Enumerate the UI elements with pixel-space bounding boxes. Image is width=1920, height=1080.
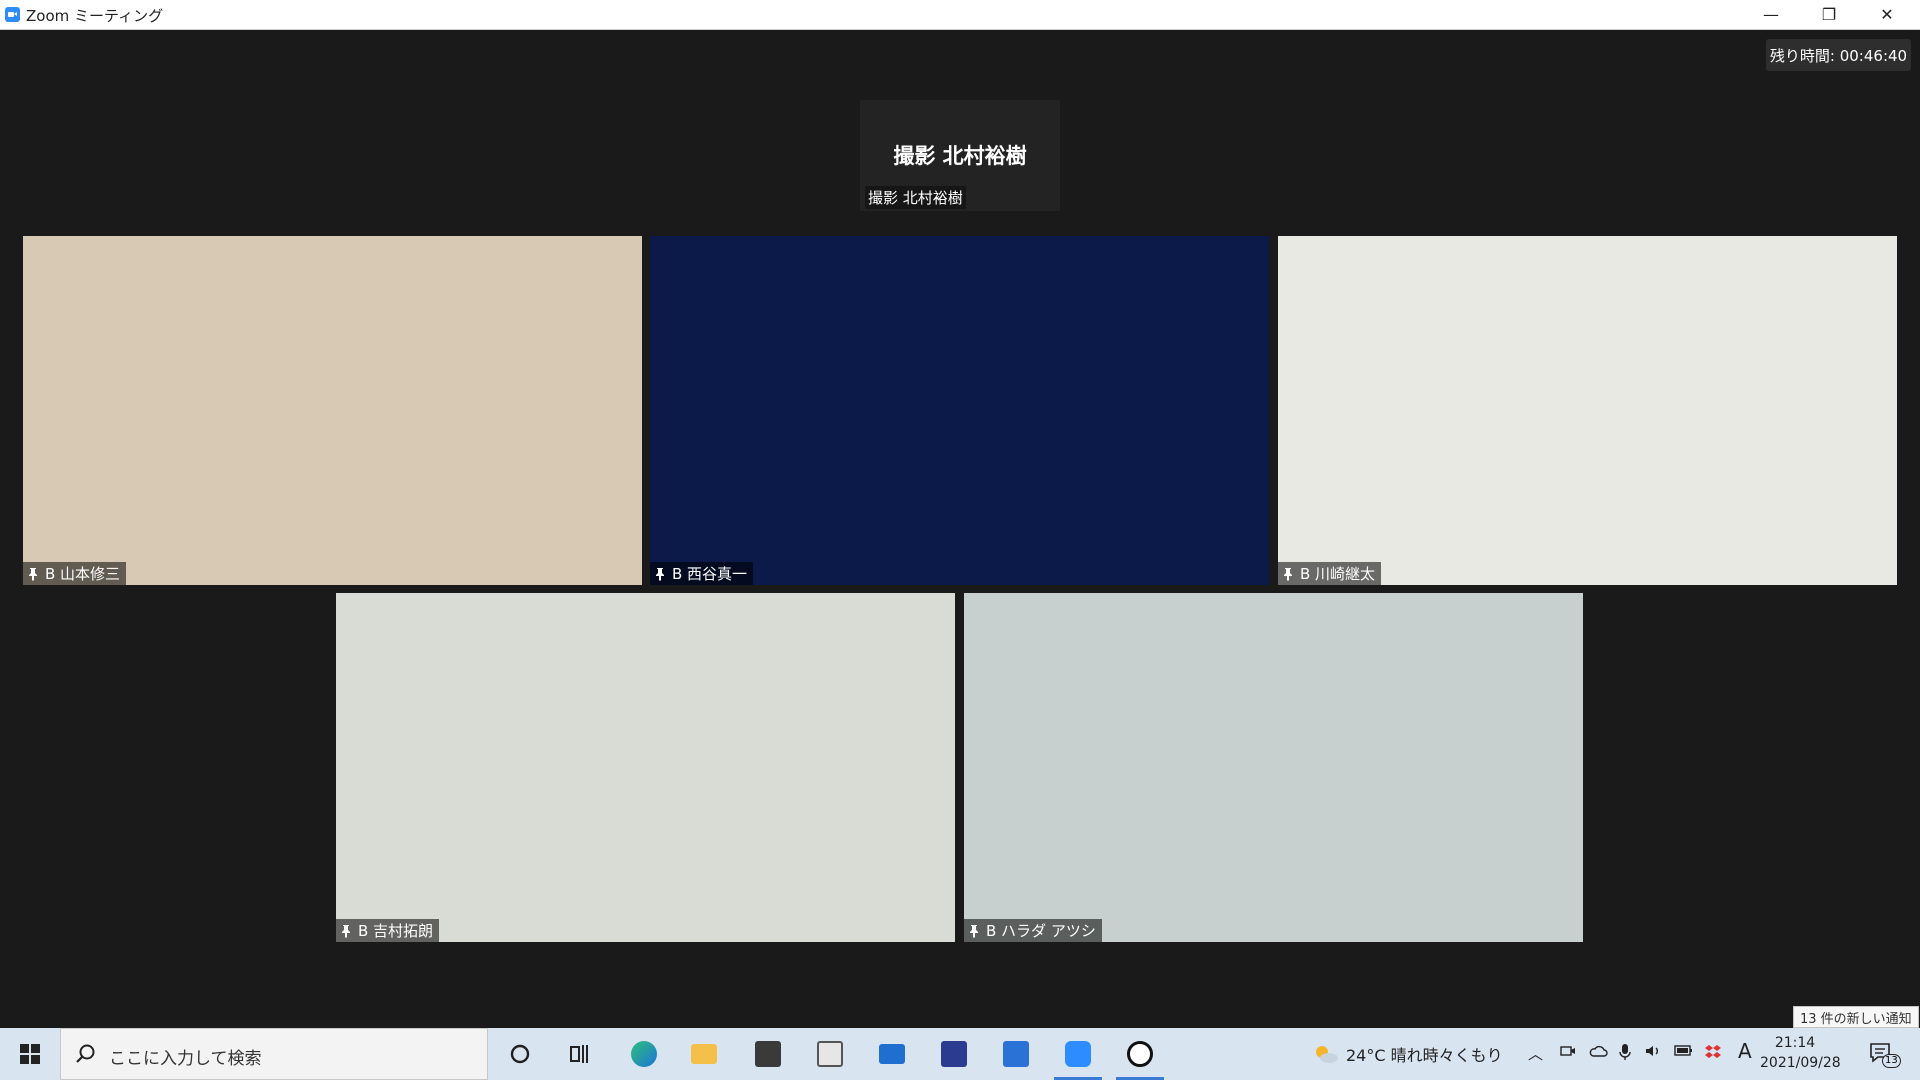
start-button[interactable] — [0, 1028, 60, 1080]
store-taskbar-button[interactable] — [740, 1028, 796, 1080]
notification-count-badge: 13 — [1882, 1054, 1901, 1068]
participant-video-tile[interactable]: B ハラダ アツシ — [964, 593, 1583, 942]
taskbar-clock[interactable]: 21:14 2021/09/28 — [1760, 1033, 1841, 1073]
participant-name: B 川崎継太 — [1300, 565, 1376, 583]
zoom-taskbar-button[interactable] — [1050, 1028, 1106, 1080]
windows-logo-icon — [20, 1044, 40, 1064]
onedrive-tray-button[interactable] — [1588, 1043, 1608, 1063]
participant-name: B 西谷真一 — [672, 565, 748, 583]
dropbox-like-icon — [1705, 1045, 1721, 1058]
participant-video-tile[interactable]: B 川崎継太 — [1278, 236, 1897, 585]
mail-taskbar-button[interactable] — [864, 1028, 920, 1080]
chat-app-icon — [1127, 1041, 1153, 1067]
cortana-button[interactable] — [492, 1028, 548, 1080]
pin-icon — [1284, 567, 1292, 581]
taskbar-search-box[interactable]: ここに入力して検索 — [60, 1028, 488, 1080]
battery-tray-button[interactable] — [1674, 1043, 1694, 1061]
remaining-time: 残り時間: 00:46:40 — [1766, 39, 1911, 71]
action-center-button[interactable]: 13 — [1868, 1040, 1901, 1068]
microphone-icon — [1619, 1044, 1631, 1060]
weather-text: 24°C 晴れ時々くもり — [1346, 1046, 1503, 1065]
pin-icon — [656, 567, 664, 581]
weather-widget[interactable]: 24°C 晴れ時々くもり — [1312, 1042, 1503, 1066]
participant-label: B 吉村拓朗 — [336, 919, 440, 942]
participant-name-label: 撮影 北村裕樹 — [865, 186, 966, 209]
new-notifications-toast[interactable]: 13 件の新しい通知 — [1793, 1006, 1919, 1028]
title-bar: Zoom ミーティング — ❐ ✕ — [0, 0, 1920, 30]
chat-app-taskbar-button[interactable] — [1112, 1028, 1168, 1080]
app-tray-button[interactable] — [1704, 1043, 1722, 1065]
pin-icon — [342, 924, 350, 938]
calendar-taskbar-button[interactable] — [988, 1028, 1044, 1080]
app-taskbar-button[interactable] — [802, 1028, 858, 1080]
maximize-button[interactable]: ❐ — [1800, 0, 1858, 29]
participant-display-name: 撮影 北村裕樹 — [893, 144, 1027, 168]
close-button[interactable]: ✕ — [1858, 0, 1916, 29]
cloud-icon — [1589, 1045, 1608, 1057]
edge-icon — [631, 1041, 657, 1067]
battery-icon — [1674, 1045, 1692, 1056]
partly-cloudy-icon — [1316, 1046, 1338, 1063]
mail-icon — [879, 1044, 905, 1064]
calendar-icon — [1003, 1041, 1029, 1067]
pin-icon — [970, 924, 978, 938]
microphone-tray-button[interactable] — [1618, 1043, 1632, 1065]
participant-name: B 山本修三 — [45, 565, 121, 583]
edge-taskbar-button[interactable] — [616, 1028, 672, 1080]
participant-label: B 山本修三 — [23, 562, 127, 585]
participant-tile-small[interactable]: 撮影 北村裕樹 撮影 北村裕樹 — [860, 100, 1060, 211]
zoom-app-icon — [5, 7, 20, 22]
window-title: Zoom ミーティング — [26, 7, 164, 25]
file-explorer-taskbar-button[interactable] — [676, 1028, 732, 1080]
minimize-button[interactable]: — — [1742, 0, 1800, 29]
app-icon — [817, 1041, 843, 1067]
search-icon — [76, 1044, 95, 1063]
clock-date: 2021/09/28 — [1760, 1055, 1841, 1071]
clock-time: 21:14 — [1774, 1035, 1816, 1051]
windows-taskbar: ここに入力して検索 24°C 晴れ時々くもり ︿ A 21:14 2021/09… — [0, 1028, 1920, 1080]
store-icon — [755, 1041, 781, 1067]
participant-label: B 川崎継太 — [1278, 562, 1382, 585]
participant-label: B ハラダ アツシ — [964, 919, 1102, 942]
app-taskbar-button-2[interactable] — [926, 1028, 982, 1080]
folder-icon — [691, 1044, 717, 1064]
participant-video-tile[interactable]: B 吉村拓朗 — [336, 593, 955, 942]
zoom-icon — [1065, 1041, 1091, 1067]
participant-name: B ハラダ アツシ — [986, 922, 1096, 940]
chevron-up-icon: ︿ — [1528, 1045, 1544, 1063]
camera-icon — [1560, 1046, 1575, 1056]
tray-meet-icon[interactable] — [1560, 1043, 1576, 1063]
task-view-icon — [570, 1045, 588, 1063]
participant-label: B 西谷真一 — [650, 562, 754, 585]
participant-video-tile[interactable]: B 西谷真一 — [650, 236, 1269, 585]
volume-tray-button[interactable] — [1644, 1043, 1664, 1063]
search-placeholder: ここに入力して検索 — [109, 1049, 262, 1069]
pin-icon — [29, 567, 37, 581]
participant-name: B 吉村拓朗 — [358, 922, 434, 940]
cortana-icon — [510, 1044, 530, 1064]
presentation-app-icon — [941, 1041, 967, 1067]
participant-video-tile[interactable]: B 山本修三 — [23, 236, 642, 585]
show-hidden-icons-button[interactable]: ︿ — [1528, 1043, 1543, 1064]
ime-mode-indicator[interactable]: A — [1738, 1039, 1752, 1063]
task-view-button[interactable] — [552, 1028, 608, 1080]
speaker-icon — [1646, 1046, 1658, 1056]
